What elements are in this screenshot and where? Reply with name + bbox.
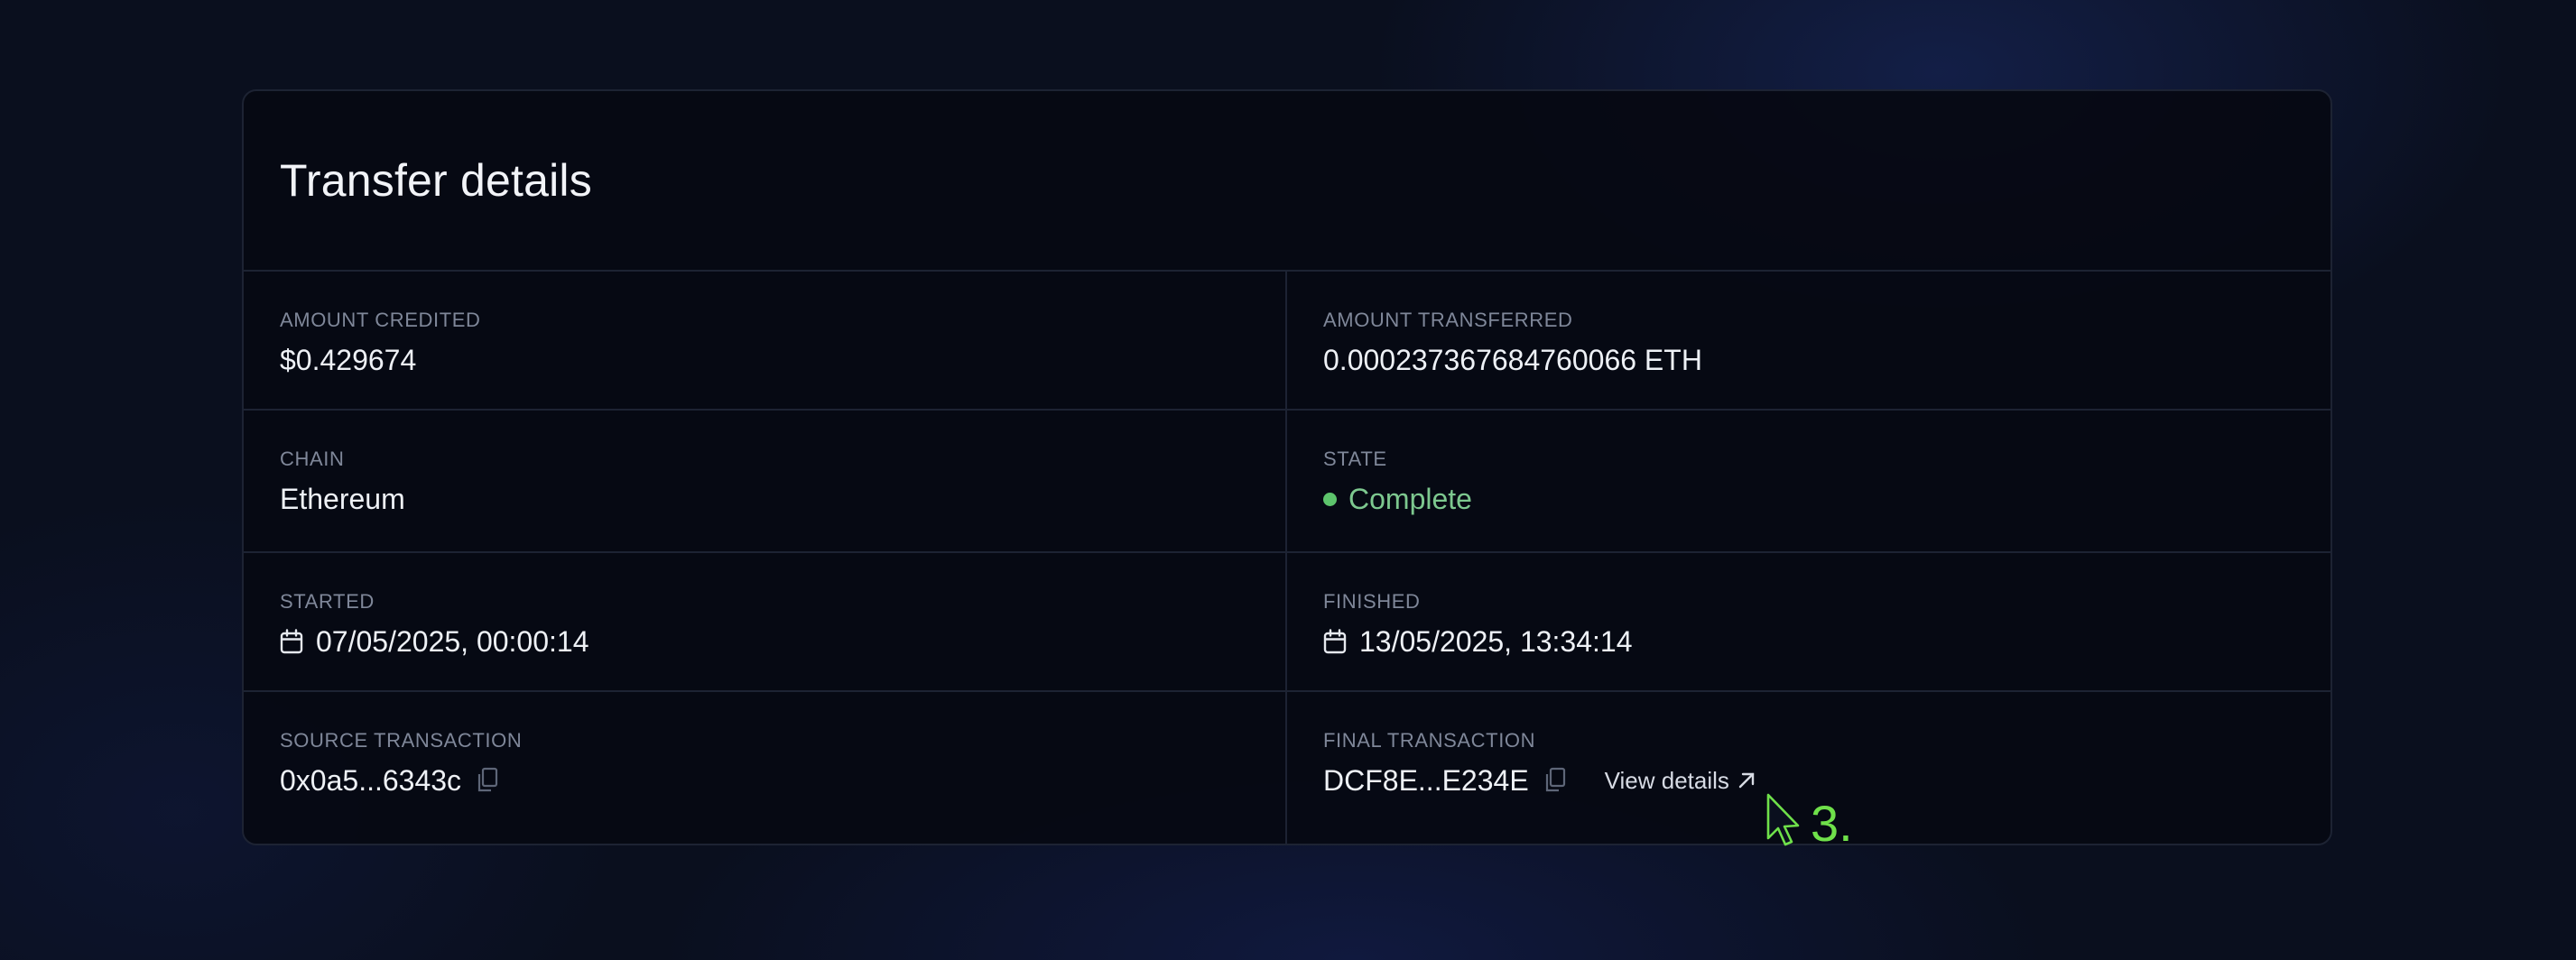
started-label: STARTED	[280, 590, 375, 613]
details-row: SOURCE TRANSACTION 0x0a5...6343c FINAL T…	[244, 692, 2330, 844]
calendar-icon	[280, 629, 303, 654]
details-row: CHAIN Ethereum STATE Complete	[244, 411, 2330, 553]
step-annotation-label: 3.	[1811, 795, 1853, 852]
page-title: Transfer details	[280, 155, 592, 206]
final-transaction-cell: FINAL TRANSACTION DCF8E...E234E View det…	[1287, 692, 2330, 844]
details-row: AMOUNT CREDITED $0.429674 AMOUNT TRANSFE…	[244, 272, 2330, 411]
finished-label: FINISHED	[1323, 590, 1421, 613]
chain-label: CHAIN	[280, 448, 345, 470]
card-header: Transfer details	[244, 91, 2330, 272]
chain-cell: CHAIN Ethereum	[244, 411, 1287, 551]
amount-credited-label: AMOUNT CREDITED	[280, 309, 481, 331]
amount-transferred-label: AMOUNT TRANSFERRED	[1323, 309, 1573, 331]
view-details-label: View details	[1604, 767, 1729, 794]
final-transaction-value-row: DCF8E...E234E View details	[1323, 762, 2330, 798]
source-transaction-value-row: 0x0a5...6343c	[280, 762, 1285, 798]
source-transaction-cell: SOURCE TRANSACTION 0x0a5...6343c	[244, 692, 1287, 844]
details-row: STARTED 07/05/2025, 00:00:14 FINISHED 13…	[244, 553, 2330, 692]
state-cell: STATE Complete	[1287, 411, 2330, 551]
finished-value-row: 13/05/2025, 13:34:14	[1323, 623, 2330, 660]
final-transaction-value: DCF8E...E234E	[1323, 764, 1529, 797]
state-value: Complete	[1348, 483, 1472, 515]
started-value: 07/05/2025, 00:00:14	[316, 625, 589, 658]
source-transaction-label: SOURCE TRANSACTION	[280, 729, 523, 752]
chain-value: Ethereum	[280, 483, 405, 515]
started-cell: STARTED 07/05/2025, 00:00:14	[244, 553, 1287, 690]
finished-cell: FINISHED 13/05/2025, 13:34:14	[1287, 553, 2330, 690]
amount-credited-value: $0.429674	[280, 344, 417, 376]
final-transaction-label: FINAL TRANSACTION	[1323, 729, 1536, 752]
state-label: STATE	[1323, 448, 1387, 470]
copy-icon[interactable]	[1543, 767, 1567, 794]
finished-value: 13/05/2025, 13:34:14	[1359, 625, 1633, 658]
source-transaction-value: 0x0a5...6343c	[280, 764, 462, 797]
view-details-link[interactable]: View details	[1605, 762, 1756, 798]
started-value-row: 07/05/2025, 00:00:14	[280, 623, 1285, 660]
amount-credited-cell: AMOUNT CREDITED $0.429674	[244, 272, 1287, 409]
amount-transferred-value: 0.000237367684760066 ETH	[1323, 344, 1702, 376]
arrow-up-right-icon	[1737, 771, 1756, 790]
calendar-icon	[1323, 629, 1347, 654]
status-dot-icon	[1323, 492, 1337, 506]
status-badge: Complete	[1323, 481, 2330, 517]
amount-transferred-cell: AMOUNT TRANSFERRED 0.000237367684760066 …	[1287, 272, 2330, 409]
transfer-details-card: Transfer details AMOUNT CREDITED $0.4296…	[242, 89, 2332, 845]
mouse-pointer-icon	[1765, 793, 1802, 847]
copy-icon[interactable]	[476, 767, 499, 794]
